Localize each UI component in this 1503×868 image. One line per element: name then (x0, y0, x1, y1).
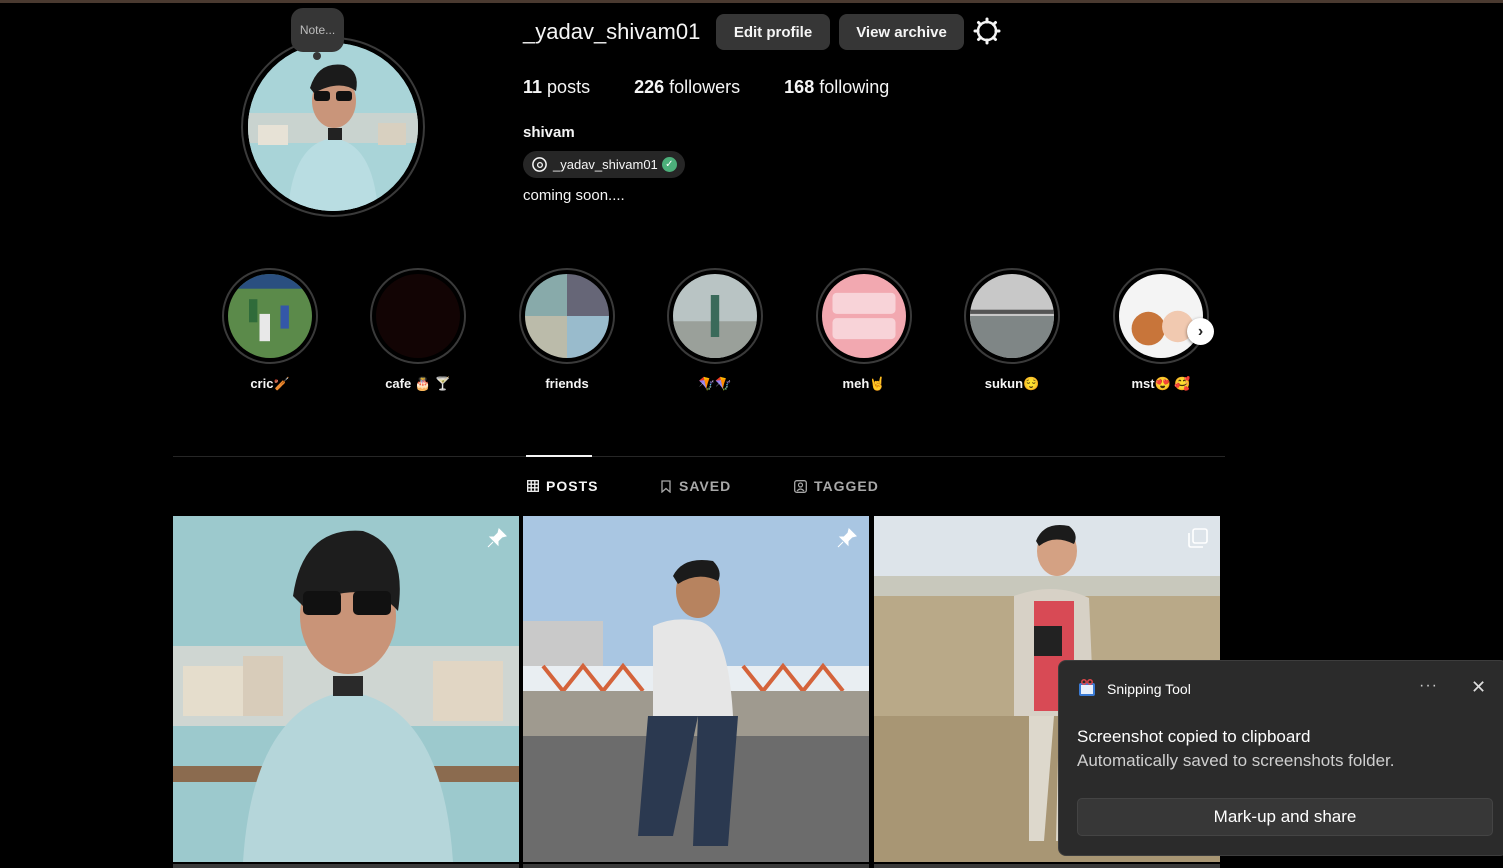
post-tile[interactable] (173, 516, 519, 862)
highlight-ring (816, 268, 912, 364)
tab-posts[interactable]: POSTS (527, 478, 598, 494)
more-options-icon[interactable]: ··· (1419, 677, 1438, 695)
tab-saved[interactable]: SAVED (660, 478, 731, 494)
highlight-label: friends (545, 376, 589, 391)
posts-label: posts (547, 77, 591, 97)
verified-check-icon: ✓ (661, 157, 677, 172)
highlight-ring (519, 268, 615, 364)
settings-gear-icon[interactable] (973, 17, 1001, 45)
toast-title: Screenshot copied to clipboard (1077, 727, 1311, 746)
following-stat[interactable]: 168 following (784, 77, 889, 98)
grid-icon (527, 480, 539, 492)
highlight-label: 🪁🪁 (698, 376, 732, 391)
highlight-cover (525, 274, 609, 358)
tab-tagged-label: TAGGED (814, 478, 879, 494)
highlight-label: cafe 🎂 🍸 (385, 376, 451, 391)
highlight-ring (964, 268, 1060, 364)
highlight-item[interactable]: cafe 🎂 🍸 (370, 268, 466, 392)
tag-person-icon (794, 479, 807, 493)
highlight-cover (673, 274, 757, 358)
highlight-ring (370, 268, 466, 364)
highlight-ring (222, 268, 318, 364)
toast-app-header: Snipping Tool (1077, 679, 1191, 699)
pin-icon (837, 528, 857, 548)
threads-icon (532, 157, 547, 172)
threads-badge[interactable]: _yadav_shivam01 ✓ (523, 151, 685, 178)
tab-tagged[interactable]: TAGGED (794, 478, 879, 494)
followers-stat[interactable]: 226 followers (634, 77, 740, 98)
avatar-photo (248, 43, 418, 211)
highlight-cover (822, 274, 906, 358)
pin-icon (487, 528, 507, 548)
tabs-divider (173, 456, 1225, 457)
markup-and-share-button[interactable]: Mark-up and share (1077, 798, 1493, 836)
highlight-label: sukun😌 (984, 376, 1040, 391)
highlight-item[interactable]: 🪁🪁 (667, 268, 763, 392)
close-icon[interactable]: ✕ (1471, 677, 1486, 698)
post-tile-next-row (874, 864, 1220, 868)
note-bubble[interactable]: Note... (291, 8, 344, 60)
toast-app-name: Snipping Tool (1107, 681, 1191, 697)
tab-posts-label: POSTS (546, 478, 599, 494)
highlights-next-button[interactable]: › (1187, 318, 1214, 345)
highlight-label: meh🤘 (842, 376, 886, 391)
profile-username: _yadav_shivam01 (523, 19, 701, 44)
followers-label: followers (669, 77, 741, 97)
posts-stat: 11 posts (523, 77, 590, 98)
posts-count: 11 (523, 77, 543, 97)
bookmark-icon (661, 479, 671, 493)
highlight-cover (1119, 274, 1203, 358)
highlight-item[interactable]: friends (519, 268, 615, 391)
threads-handle: _yadav_shivam01 (553, 157, 658, 172)
toast-subtitle: Automatically saved to screenshots folde… (1077, 751, 1395, 770)
highlight-item[interactable]: meh🤘 (816, 268, 912, 392)
post-image (173, 516, 519, 862)
post-tile[interactable] (523, 516, 869, 862)
profile-full-name: shivam (523, 124, 575, 141)
edit-profile-button[interactable]: Edit profile (716, 14, 830, 50)
highlight-ring (1113, 268, 1209, 364)
carousel-icon (1188, 528, 1208, 548)
note-label: Note... (299, 23, 336, 37)
post-tile-next-row (523, 864, 869, 868)
view-archive-button[interactable]: View archive (839, 14, 964, 50)
highlight-cover (970, 274, 1054, 358)
highlight-cover (228, 274, 312, 358)
avatar[interactable] (248, 43, 418, 211)
window-top-border (0, 0, 1503, 3)
snipping-tool-icon (1079, 679, 1095, 696)
following-count: 168 (784, 77, 815, 97)
highlight-label: cric🏏 (250, 376, 290, 391)
tab-saved-label: SAVED (679, 478, 732, 494)
highlight-item[interactable]: sukun😌 (964, 268, 1060, 392)
followers-count: 226 (634, 77, 665, 97)
highlight-label: mst😍 🥰 (1131, 376, 1191, 391)
highlight-cover (376, 274, 460, 358)
profile-stats: 11 posts 226 followers 168 following (523, 77, 933, 98)
highlight-ring (667, 268, 763, 364)
post-tile-next-row (173, 864, 519, 868)
post-image (523, 516, 869, 862)
highlight-item[interactable]: cric🏏 (222, 268, 318, 392)
profile-bio: coming soon.... (523, 187, 625, 204)
snipping-tool-notification[interactable]: Snipping Tool ··· ✕ Screenshot copied to… (1058, 660, 1503, 856)
following-label: following (819, 77, 890, 97)
active-tab-indicator (526, 455, 592, 457)
